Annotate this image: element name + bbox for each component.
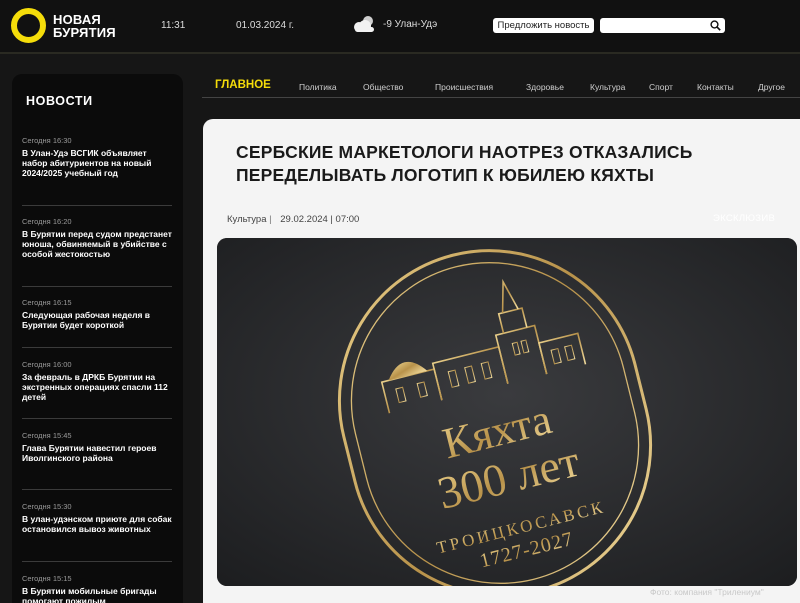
news-divider: [22, 286, 172, 287]
news-list-item[interactable]: Сегодня 15:15 В Бурятии мобильные бригад…: [22, 574, 172, 603]
news-headline[interactable]: За февраль в ДРКБ Бурятии на экстренных …: [22, 372, 172, 402]
suggest-news-button[interactable]: Предложить новость: [493, 18, 594, 33]
weather-text: -9 Улан-Удэ: [383, 18, 438, 30]
nav-item-health[interactable]: Здоровье: [526, 82, 564, 92]
news-list-item[interactable]: Сегодня 16:15 Следующая рабочая неделя в…: [22, 298, 172, 330]
header-divider: [0, 52, 800, 54]
exclusive-badge: ЭКСКЛЮЗИВ: [713, 213, 776, 224]
news-time: Сегодня 15:45: [22, 431, 72, 440]
article-card: СЕРБСКИЕ МАРКЕТОЛОГИ НАОТРЕЗ ОТКАЗАЛИСЬ …: [203, 119, 800, 603]
news-divider: [22, 347, 172, 348]
news-list-item[interactable]: Сегодня 16:20 В Бурятии перед судом пред…: [22, 217, 172, 259]
article-title: СЕРБСКИЕ МАРКЕТОЛОГИ НАОТРЕЗ ОТКАЗАЛИСЬ …: [236, 142, 693, 185]
news-time: Сегодня 16:00: [22, 360, 72, 369]
anniversary-logo-image: Кяхта 300 лет ТРОИЦКОСАВСК 1727-2027: [217, 238, 797, 586]
news-list-item[interactable]: Сегодня 15:30 В улан-удэнском приюте для…: [22, 502, 172, 534]
nav-item-other[interactable]: Другое: [758, 82, 785, 92]
logo-line2: БУРЯТИЯ: [53, 24, 116, 40]
header-date: 01.03.2024 г.: [236, 20, 295, 31]
news-list-item[interactable]: Сегодня 15:45 Глава Бурятии навестил гер…: [22, 431, 172, 463]
news-headline[interactable]: В улан-удэнском приюте для собак останов…: [22, 514, 172, 534]
nav-item-incidents[interactable]: Происшествия: [435, 82, 493, 92]
article-category[interactable]: Культура: [227, 214, 267, 225]
news-divider: [22, 205, 172, 206]
logo-text: НОВАЯ БУРЯТИЯ: [53, 13, 116, 39]
news-list-item[interactable]: Сегодня 16:00 За февраль в ДРКБ Бурятии …: [22, 360, 172, 402]
header: НОВАЯ БУРЯТИЯ 11:31 01.03.2024 г. -9 Ула…: [0, 0, 800, 52]
weather-widget: -9 Улан-Удэ: [349, 14, 437, 34]
meta-separator: |: [269, 214, 275, 225]
nav-item-contacts[interactable]: Контакты: [697, 82, 734, 92]
news-time: Сегодня 16:15: [22, 298, 72, 307]
nav-item-politics[interactable]: Политика: [299, 82, 337, 92]
nav-item-sport[interactable]: Спорт: [649, 82, 673, 92]
photo-caption: Фото: компания "Трилениум": [650, 587, 764, 597]
sidebar-title: НОВОСТИ: [26, 94, 93, 108]
article-meta: Культура | 29.02.2024 | 07:00: [227, 214, 359, 225]
news-time: Сегодня 15:15: [22, 574, 72, 583]
article-datetime: 29.02.2024 | 07:00: [280, 214, 360, 225]
logo-ring-icon: [11, 8, 46, 43]
nav-item-main[interactable]: ГЛАВНОЕ: [215, 79, 271, 91]
search-icon[interactable]: [708, 18, 723, 33]
news-headline[interactable]: В Бурятии перед судом предстанет юноша, …: [22, 229, 172, 259]
news-time: Сегодня 16:20: [22, 217, 72, 226]
news-divider: [22, 489, 172, 490]
cloud-sun-icon: [354, 16, 374, 32]
news-divider: [22, 418, 172, 419]
news-headline[interactable]: Глава Бурятии навестил героев Иволгинско…: [22, 443, 172, 463]
news-headline[interactable]: В Бурятии мобильные бригады помогают пож…: [22, 586, 172, 603]
site-logo[interactable]: НОВАЯ БУРЯТИЯ: [11, 8, 116, 43]
article-photo: Кяхта 300 лет ТРОИЦКОСАВСК 1727-2027: [217, 238, 797, 586]
news-time: Сегодня 15:30: [22, 502, 72, 511]
news-time: Сегодня 16:30: [22, 136, 72, 145]
search-input[interactable]: [600, 18, 725, 33]
news-headline[interactable]: В Улан-Удэ ВСГИК объявляет набор абитури…: [22, 148, 172, 178]
news-sidebar: НОВОСТИ Сегодня 16:30 В Улан-Удэ ВСГИК о…: [12, 74, 183, 603]
nav-item-culture[interactable]: Культура: [590, 82, 625, 92]
header-time: 11:31: [161, 20, 186, 31]
news-headline[interactable]: Следующая рабочая неделя в Бурятии будет…: [22, 310, 172, 330]
logo-line1: НОВАЯ: [53, 11, 101, 27]
main-nav: ГЛАВНОЕ Политика Общество Происшествия З…: [202, 74, 800, 98]
nav-divider: [202, 97, 800, 98]
news-divider: [22, 561, 172, 562]
news-list-item[interactable]: Сегодня 16:30 В Улан-Удэ ВСГИК объявляет…: [22, 136, 172, 178]
nav-item-society[interactable]: Общество: [363, 82, 403, 92]
